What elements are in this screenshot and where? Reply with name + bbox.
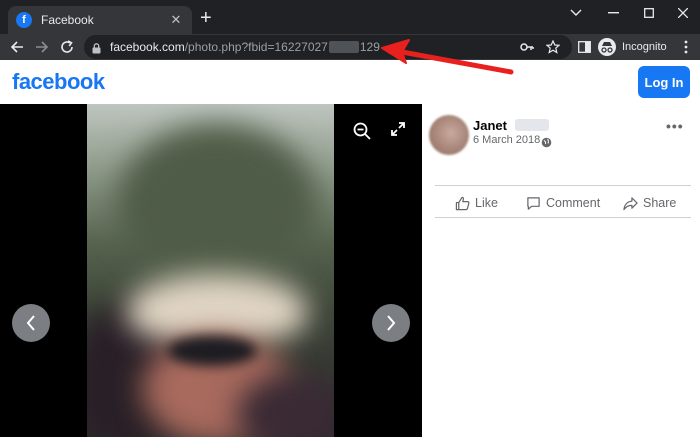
minimize-icon[interactable]: [596, 0, 630, 26]
author-name-redaction: [515, 119, 549, 131]
blurred-photo[interactable]: [87, 104, 334, 437]
side-panel-icon[interactable]: [575, 38, 593, 56]
chevron-left-icon: [26, 315, 35, 331]
tab-search-chevron-icon[interactable]: [562, 0, 590, 26]
author-name[interactable]: Janet: [473, 118, 507, 133]
url-text: facebook.com/photo.php?fbid=16227027 129: [110, 40, 380, 54]
actions-bottom-divider: [435, 217, 691, 218]
share-icon: [623, 196, 638, 210]
browser-menu-icon[interactable]: [677, 38, 695, 56]
back-arrow-icon[interactable]: [8, 38, 26, 56]
facebook-logo[interactable]: facebook: [12, 69, 105, 95]
incognito-icon: [598, 38, 616, 56]
fullscreen-icon[interactable]: [391, 122, 405, 141]
zoom-out-icon[interactable]: [353, 122, 371, 145]
lock-icon[interactable]: [92, 41, 101, 59]
previous-photo-button[interactable]: [12, 304, 50, 342]
bookmark-star-icon[interactable]: [545, 39, 561, 59]
like-button[interactable]: Like: [455, 194, 498, 212]
password-key-icon[interactable]: [520, 40, 534, 59]
url-path-end: 129: [359, 40, 380, 54]
chevron-right-icon: [387, 315, 396, 331]
photo-viewer: [0, 104, 422, 437]
forward-arrow-icon[interactable]: [33, 38, 51, 56]
facebook-favicon-icon: f: [16, 12, 32, 28]
post-date[interactable]: 6 March 2018 ·: [473, 134, 547, 146]
tab-close-icon[interactable]: ✕: [168, 12, 184, 28]
globe-icon: [541, 135, 552, 153]
like-icon: [455, 196, 470, 210]
reload-icon[interactable]: [58, 38, 76, 56]
author-avatar[interactable]: [429, 115, 469, 155]
more-options-icon[interactable]: •••: [666, 118, 684, 134]
actions-top-divider: [435, 185, 691, 186]
new-tab-plus-icon[interactable]: +: [200, 8, 212, 28]
browser-toolbar: facebook.com/photo.php?fbid=16227027 129 …: [0, 34, 700, 60]
maximize-icon[interactable]: [632, 0, 666, 26]
tab-title: Facebook: [41, 13, 94, 27]
facebook-header: facebook Log In: [0, 60, 700, 104]
url-redaction: [328, 41, 359, 53]
post-details-panel: Janet 6 March 2018 · ••• Like Comment Sh…: [422, 104, 700, 437]
incognito-label: Incognito: [622, 41, 667, 53]
comment-label: Comment: [546, 196, 601, 210]
login-button[interactable]: Log In: [638, 66, 690, 98]
browser-tab-facebook[interactable]: f Facebook ✕: [8, 6, 192, 34]
next-photo-button[interactable]: [372, 304, 410, 342]
share-label: Share: [643, 196, 677, 210]
comment-button[interactable]: Comment: [526, 194, 600, 212]
browser-tabstrip: f Facebook ✕ +: [0, 0, 700, 34]
url-path-start: /photo.php?fbid=16227027: [184, 40, 328, 54]
incognito-indicator[interactable]: Incognito: [598, 37, 667, 57]
like-label: Like: [475, 196, 498, 210]
share-button[interactable]: Share: [623, 194, 676, 212]
window-close-icon[interactable]: [666, 0, 700, 26]
comment-icon: [527, 196, 540, 210]
address-bar[interactable]: facebook.com/photo.php?fbid=16227027 129: [84, 35, 572, 59]
url-host: facebook.com: [110, 40, 185, 54]
